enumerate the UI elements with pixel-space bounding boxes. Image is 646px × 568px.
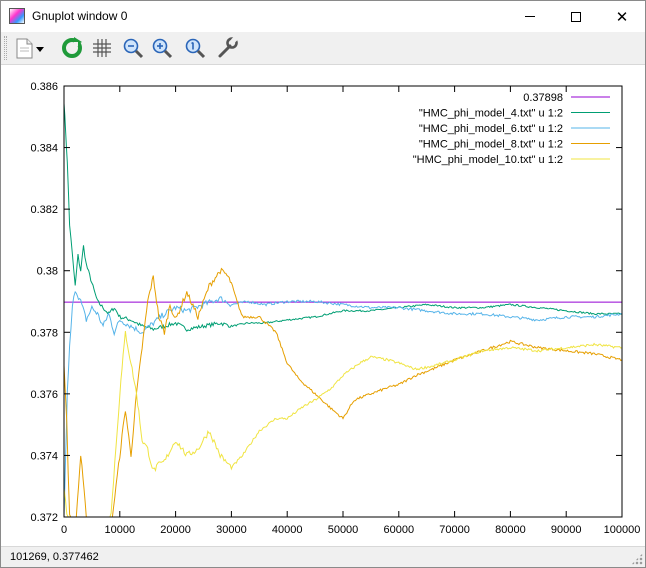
zoom-reset-button[interactable]: [182, 36, 208, 60]
x-tick-label: 40000: [272, 524, 303, 536]
legend-label: "HMC_phi_model_8.txt" u 1:2: [419, 139, 563, 151]
legend-label: "HMC_phi_model_4.txt" u 1:2: [419, 108, 563, 120]
y-tick-label: 0.382: [30, 204, 58, 216]
status-bar: 101269, 0.377462: [1, 546, 645, 567]
legend-label: "HMC_phi_model_6.txt" u 1:2: [419, 123, 563, 135]
maximize-icon: [571, 11, 581, 22]
zoom-out-icon: [123, 38, 144, 59]
series-line-3: [64, 267, 622, 517]
x-tick-label: 0: [61, 524, 67, 536]
x-tick-label: 50000: [328, 524, 359, 536]
series-line-2: [64, 290, 622, 516]
gnuplot-app-icon: [9, 8, 25, 24]
x-tick-label: 20000: [160, 524, 191, 536]
y-tick-label: 0.38: [37, 266, 58, 278]
x-tick-label: 60000: [384, 524, 415, 536]
x-tick-label: 70000: [439, 524, 470, 536]
copy-print-button[interactable]: [11, 36, 45, 60]
gnuplot-window: Gnuplot window 0 ✕ 0 10000 20000 30000 4…: [0, 0, 646, 568]
y-tick-label: 0.378: [30, 327, 58, 339]
x-tick-label: 10000: [105, 524, 136, 536]
toolbar: [1, 32, 645, 65]
close-icon: ✕: [615, 8, 629, 26]
legend-label: "HMC_phi_model_10.txt" u 1:2: [413, 154, 563, 166]
y-tick-label: 0.386: [30, 81, 58, 93]
y-tick-label: 0.374: [30, 450, 58, 462]
series-line-4: [64, 330, 622, 517]
mouse-coordinates: 101269, 0.377462: [10, 551, 99, 563]
x-tick-label: 30000: [216, 524, 247, 536]
x-tick-label: 100000: [604, 524, 641, 536]
copy-print-icon: [16, 38, 44, 59]
toolbar-grip[interactable]: [4, 36, 7, 60]
grid-button[interactable]: [89, 36, 115, 60]
zoom-out-button[interactable]: [120, 36, 146, 60]
line-chart[interactable]: 0 10000 20000 30000 40000 50000 60000 70000 8000…: [1, 65, 645, 546]
zoom-in-icon: [152, 38, 173, 59]
settings-wrench-icon: [218, 36, 239, 58]
y-tick-label: 0.384: [30, 143, 58, 155]
zoom-reset-icon: [185, 38, 206, 59]
replot-button[interactable]: [59, 36, 85, 60]
y-tick-label: 0.372: [30, 512, 58, 524]
x-tick-label: 80000: [495, 524, 526, 536]
replot-icon: [62, 37, 82, 58]
title-bar[interactable]: Gnuplot window 0 ✕: [1, 1, 645, 32]
grid-icon: [93, 39, 111, 57]
resize-grip[interactable]: [631, 553, 643, 565]
zoom-in-button[interactable]: [149, 36, 175, 60]
x-tick-label: 90000: [551, 524, 582, 536]
maximize-button[interactable]: [553, 1, 599, 32]
legend-label: 0.37898: [523, 92, 563, 104]
y-tick-label: 0.376: [30, 389, 58, 401]
minimize-icon: [525, 16, 535, 17]
options-button[interactable]: [214, 36, 240, 60]
window-title: Gnuplot window 0: [32, 9, 128, 23]
plot-area[interactable]: 0 10000 20000 30000 40000 50000 60000 70000 8000…: [1, 65, 645, 546]
legend: 0.37898 "HMC_phi_model_4.txt" u 1:2 "HMC_p…: [413, 92, 610, 166]
minimize-button[interactable]: [507, 1, 553, 32]
close-button[interactable]: ✕: [599, 1, 645, 32]
